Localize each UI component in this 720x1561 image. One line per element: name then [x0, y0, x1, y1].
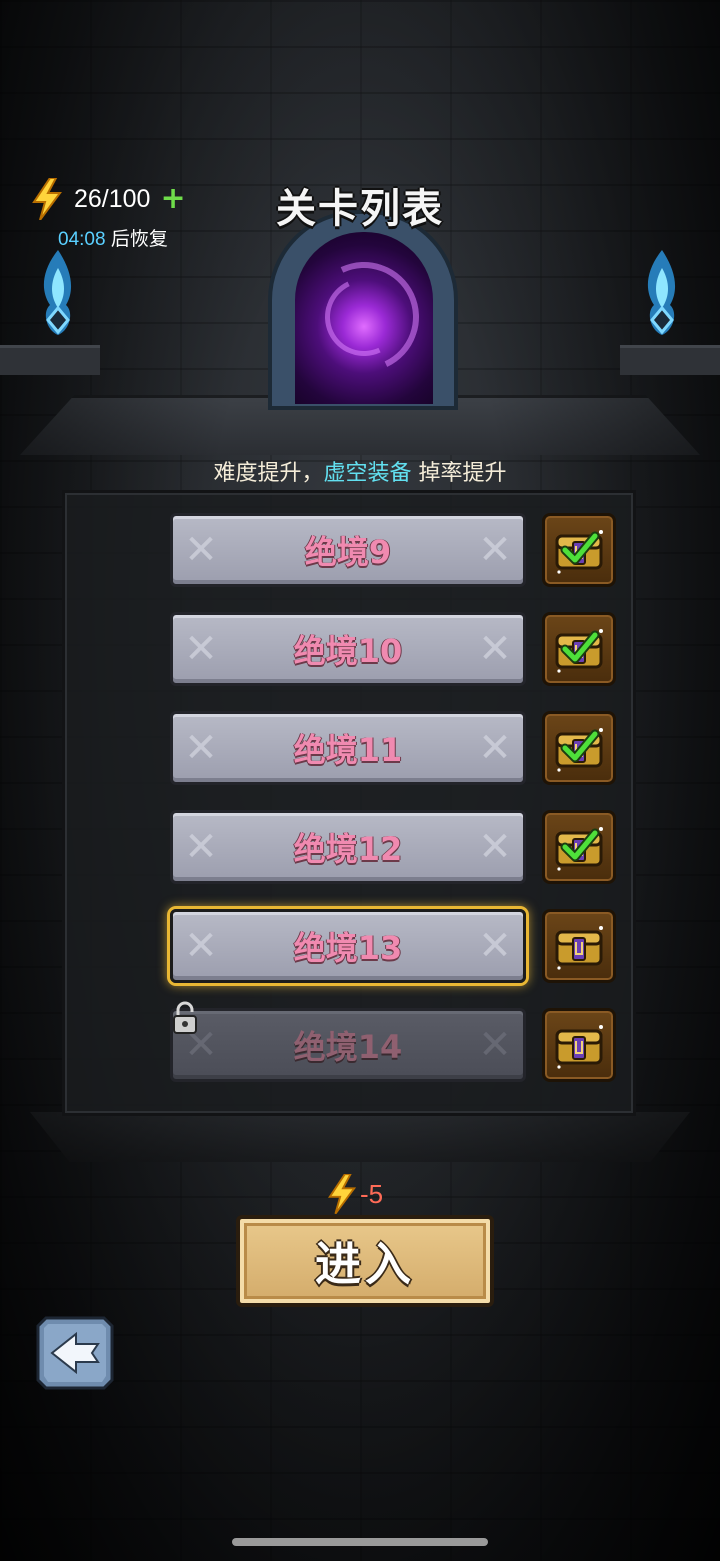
rune-ornament-icon: ✕ — [478, 626, 512, 672]
blue-flame-icon — [43, 250, 72, 335]
reward-chest-button[interactable] — [542, 1008, 616, 1082]
rune-ornament-icon: ✕ — [478, 1022, 512, 1068]
level-label: 绝境11 — [293, 731, 403, 769]
level-label: 绝境12 — [293, 830, 403, 868]
level-button[interactable]: ✕ 绝境14 ✕ — [170, 1008, 526, 1082]
void-portal — [295, 232, 433, 404]
treasure-chest-icon — [555, 1025, 603, 1069]
padlock-icon — [173, 1001, 197, 1034]
enter-cost: -5 — [326, 1172, 383, 1216]
rune-ornament-icon: ✕ — [184, 527, 218, 573]
level-row: ✕ 绝境10 ✕ — [170, 612, 618, 686]
level-button[interactable]: ✕ 绝境10 ✕ — [170, 612, 526, 686]
wall-ledge-right — [620, 345, 720, 375]
rune-ornament-icon: ✕ — [184, 923, 218, 969]
enter-button[interactable]: 进入 — [236, 1215, 494, 1307]
rune-ornament-icon: ✕ — [478, 923, 512, 969]
level-row: ✕ 绝境11 ✕ — [170, 711, 618, 785]
energy-cost: -5 — [360, 1178, 384, 1209]
treasure-chest-icon — [555, 926, 603, 970]
hint-suffix: 掉率提升 — [411, 461, 507, 486]
level-row: ✕ 绝境13 ✕ — [170, 909, 618, 983]
home-indicator — [232, 1538, 488, 1546]
rune-ornament-icon: ✕ — [478, 527, 512, 573]
hint-highlight: 虚空装备 — [323, 461, 412, 486]
treasure-chest-icon — [555, 827, 603, 871]
lightning-bolt-icon — [328, 1174, 357, 1214]
enter-label: 进入 — [315, 1237, 415, 1291]
wall-ledge-left — [0, 345, 100, 375]
treasure-chest-icon — [555, 629, 603, 673]
rune-ornament-icon: ✕ — [184, 725, 218, 771]
reward-chest-button[interactable] — [542, 612, 616, 686]
level-label: 绝境10 — [293, 632, 403, 670]
rune-ornament-icon: ✕ — [184, 626, 218, 672]
treasure-chest-icon — [555, 728, 603, 772]
level-label: 绝境13 — [293, 929, 403, 967]
difficulty-hint: 难度提升，虚空装备 掉率提升 — [0, 455, 720, 487]
hint-prefix: 难度提升， — [213, 461, 324, 486]
reward-chest-button[interactable] — [542, 810, 616, 884]
level-row: ✕ 绝境12 ✕ — [170, 810, 618, 884]
level-button[interactable]: ✕ 绝境13 ✕ — [170, 909, 526, 983]
level-row: ✕ 绝境14 ✕ — [170, 1001, 618, 1082]
level-row: ✕ 绝境9 ✕ — [170, 513, 618, 587]
level-button[interactable]: ✕ 绝境11 ✕ — [170, 711, 526, 785]
level-label: 绝境9 — [304, 533, 392, 571]
blue-flame-icon — [647, 250, 676, 335]
level-button[interactable]: ✕ 绝境12 ✕ — [170, 810, 526, 884]
level-label: 绝境14 — [293, 1028, 403, 1066]
rune-ornament-icon: ✕ — [184, 824, 218, 870]
reward-chest-button[interactable] — [542, 711, 616, 785]
page-title: 关卡列表 — [276, 186, 444, 232]
treasure-chest-icon — [555, 530, 603, 574]
back-button[interactable] — [36, 1316, 114, 1390]
reward-chest-button[interactable] — [542, 909, 616, 983]
level-button[interactable]: ✕ 绝境9 ✕ — [170, 513, 526, 587]
rune-ornament-icon: ✕ — [478, 725, 512, 771]
reward-chest-button[interactable] — [542, 513, 616, 587]
rune-ornament-icon: ✕ — [478, 824, 512, 870]
